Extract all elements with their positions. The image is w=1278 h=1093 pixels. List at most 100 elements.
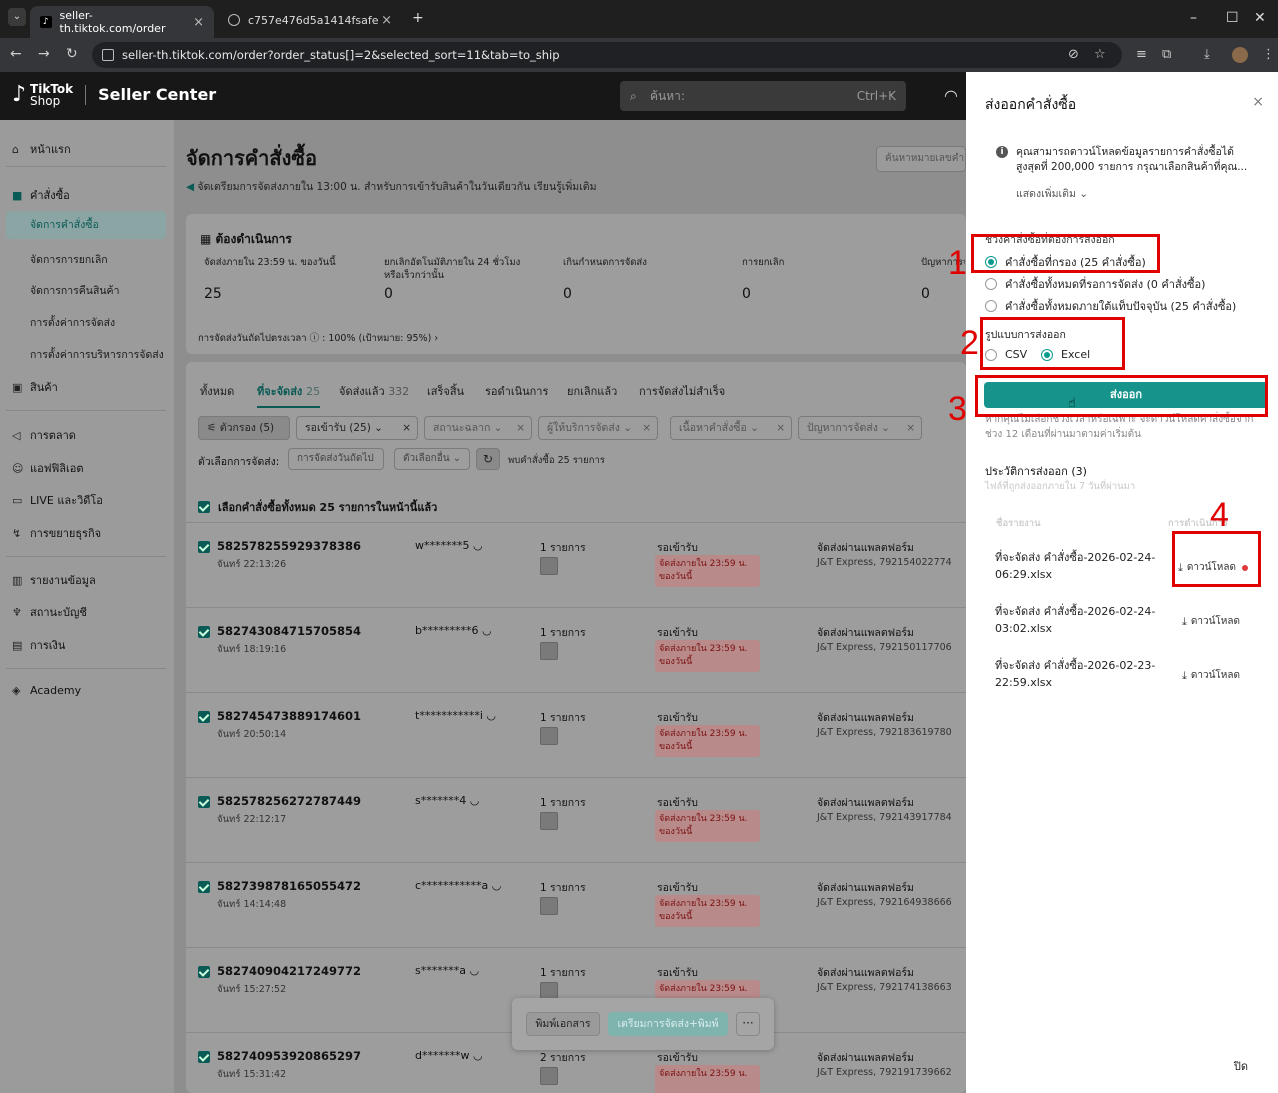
avatar[interactable] <box>1232 47 1248 63</box>
sidebar-item-returns[interactable]: จัดการการคืนสินค้า <box>30 282 119 299</box>
tracking-number[interactable]: J&T Express, 792150117706 <box>817 642 952 653</box>
next-day-select[interactable]: การจัดส่งวันถัดไป <box>288 448 384 470</box>
global-search-input[interactable]: ⌕ ค้นหา: Ctrl+K <box>620 81 906 111</box>
radio-icon[interactable] <box>985 278 997 290</box>
product-thumbnail[interactable] <box>540 897 558 915</box>
refresh-icon[interactable]: ↻ <box>476 448 500 470</box>
tab-failed-delivery[interactable]: การจัดส่งไม่สำเร็จ <box>639 382 725 400</box>
sidebar-item-products[interactable]: ▣ สินค้า <box>12 378 58 396</box>
buyer-name[interactable]: t***********i ◡ <box>415 709 496 722</box>
other-options-select[interactable]: ตัวเลือกอื่น ⌄ <box>394 448 470 470</box>
order-id[interactable]: 582739878165055472 <box>217 879 361 893</box>
order-id[interactable]: 582578255929378386 <box>217 539 361 553</box>
row-checkbox[interactable] <box>198 711 210 723</box>
filter-button[interactable]: ⚟ ตัวกรอง (5) <box>198 416 290 440</box>
order-id[interactable]: 582743084715705854 <box>217 624 361 638</box>
sidebar-item-home[interactable]: ⌂ หน้าแรก <box>12 140 71 158</box>
tab-shipped[interactable]: จัดส่งแล้ว 332 <box>339 382 409 400</box>
label-status-select[interactable]: สถานะฉลาก ⌄ × <box>424 416 532 440</box>
table-row[interactable]: 582743084715705854 จันทร์ 18:19:16 b****… <box>186 607 966 692</box>
sidebar-item-shipping-settings[interactable]: การตั้งค่าการจัดส่ง <box>30 314 115 331</box>
tab-list-icon[interactable]: ⌄ <box>8 8 26 26</box>
range-option-current-tab[interactable]: คำสั่งซื้อทั้งหมดภายใต้แท็บปัจจุบัน (25 … <box>985 297 1236 315</box>
minimize-icon[interactable]: – <box>1190 10 1197 26</box>
buyer-name[interactable]: s*******4 ◡ <box>415 794 479 807</box>
download-button[interactable]: ⤓ ดาวน์โหลด <box>1182 668 1240 683</box>
order-id[interactable]: 582578256272787449 <box>217 794 361 808</box>
sidebar-item-data[interactable]: ▥ รายงานข้อมูล <box>12 571 96 589</box>
sidebar-item-account[interactable]: ♆ สถานะบัญชี <box>12 603 87 621</box>
site-info-icon[interactable] <box>102 49 114 61</box>
stat-value[interactable]: 0 <box>742 286 751 302</box>
buyer-name[interactable]: d*******w ◡ <box>415 1049 483 1062</box>
menu-kebab-icon[interactable]: ⋮ <box>1262 47 1275 62</box>
product-thumbnail[interactable] <box>540 642 558 660</box>
browser-tab-orders[interactable]: ♪ seller-th.tiktok.com/order × <box>30 6 214 38</box>
sidebar-item-shipping-management[interactable]: การตั้งค่าการบริหารการจัดส่ง <box>30 346 164 363</box>
browser-tab-second[interactable]: c757e476d5a1414fsafe × <box>218 6 402 34</box>
sidebar-item-affiliate[interactable]: ☺ แอฟฟิลิเอต <box>12 459 84 477</box>
row-checkbox[interactable] <box>198 881 210 893</box>
sidebar-item-finance[interactable]: ▤ การเงิน <box>12 636 65 654</box>
close-tab-icon[interactable]: × <box>381 13 392 28</box>
order-id[interactable]: 582740953920865297 <box>217 1049 361 1063</box>
chat-icon[interactable]: ◡ <box>473 1049 483 1062</box>
carrier-select[interactable]: ผู้ให้บริการจัดส่ง ⌄ × <box>538 416 658 440</box>
tiktok-shop-logo[interactable]: ♪ TikTok Shop Seller Center <box>12 82 216 107</box>
order-id[interactable]: 582740904217249772 <box>217 964 361 978</box>
row-checkbox[interactable] <box>198 796 210 808</box>
table-row[interactable]: 582739878165055472 จันทร์ 14:14:48 c****… <box>186 862 966 947</box>
url-field[interactable]: seller-th.tiktok.com/order?order_status[… <box>92 42 1122 68</box>
buyer-name[interactable]: s*******a ◡ <box>415 964 479 977</box>
order-search-input[interactable]: ค้นหาหมายเลขคำสั่งซื้อ <box>876 146 966 172</box>
tracking-number[interactable]: J&T Express, 792191739662 <box>817 1067 952 1078</box>
tab-cancelled[interactable]: ยกเลิกแล้ว <box>567 382 617 400</box>
sidebar-item-growth[interactable]: ↯ การขยายธุรกิจ <box>12 524 101 542</box>
close-tab-icon[interactable]: × <box>193 15 204 30</box>
extension-icon[interactable]: ≡ <box>1136 47 1147 62</box>
ontime-shipping-rate[interactable]: การจัดส่งวันถัดไปตรงเวลา ⓘ : 100% (เป้าห… <box>198 330 438 346</box>
table-row[interactable]: 582745473889174601 จันทร์ 20:50:14 t****… <box>186 692 966 777</box>
row-checkbox[interactable] <box>198 1051 210 1063</box>
tracking-number[interactable]: J&T Express, 792154022774 <box>817 557 952 568</box>
chat-icon[interactable]: ◡ <box>469 964 479 977</box>
stat-value[interactable]: 0 <box>384 286 393 302</box>
clear-icon[interactable]: × <box>776 417 785 439</box>
tab-pending[interactable]: รอดำเนินการ <box>485 382 548 400</box>
row-checkbox[interactable] <box>198 966 210 978</box>
clear-icon[interactable]: × <box>906 417 915 439</box>
show-more-link[interactable]: แสดงเพิ่มเติม ⌄ <box>1016 185 1088 202</box>
buyer-name[interactable]: w*******5 ◡ <box>415 539 483 552</box>
new-tab-button[interactable]: + <box>412 10 424 26</box>
row-checkbox[interactable] <box>198 626 210 638</box>
row-checkbox[interactable] <box>198 541 210 553</box>
range-option-all-pending[interactable]: คำสั่งซื้อทั้งหมดที่รอการจัดส่ง (0 คำสั่… <box>985 275 1205 293</box>
tab-all[interactable]: ทั้งหมด <box>200 382 234 400</box>
tracking-number[interactable]: J&T Express, 792143917784 <box>817 812 952 823</box>
download-icon[interactable]: ⤓ <box>1204 47 1210 62</box>
tab-to-ship[interactable]: ที่จะจัดส่ง 25 <box>257 382 321 408</box>
buyer-name[interactable]: b*********6 ◡ <box>415 624 492 637</box>
tracking-number[interactable]: J&T Express, 792174138663 <box>817 982 952 993</box>
product-thumbnail[interactable] <box>540 812 558 830</box>
close-icon[interactable]: × <box>1252 94 1264 110</box>
buyer-name[interactable]: c***********a ◡ <box>415 879 501 892</box>
sidebar-item-manage-orders[interactable]: จัดการคำสั่งซื้อ <box>6 211 166 239</box>
close-window-icon[interactable]: ✕ <box>1254 10 1266 26</box>
sidebar-item-cancellations[interactable]: จัดการการยกเลิก <box>30 251 108 268</box>
awaiting-pickup-select[interactable]: รอเข้ารับ (25) ⌄ × <box>296 416 418 440</box>
tracking-number[interactable]: J&T Express, 792164938666 <box>817 897 952 908</box>
reload-icon[interactable]: ↻ <box>66 46 78 62</box>
select-all-checkbox[interactable]: เลือกคำสั่งซื้อทั้งหมด 25 รายการในหน้านี… <box>198 498 437 516</box>
stat-value[interactable]: 0 <box>921 286 930 302</box>
more-actions-button[interactable]: ··· <box>736 1012 760 1036</box>
eye-off-icon[interactable]: ⊘ <box>1068 47 1079 62</box>
sidebar-item-live[interactable]: ▭ LIVE และวิดีโอ <box>12 491 103 509</box>
sidebar-item-orders[interactable]: ■ คำสั่งซื้อ <box>12 186 70 204</box>
maximize-icon[interactable]: ☐ <box>1226 10 1239 26</box>
print-documents-button[interactable]: พิมพ์เอกสาร <box>526 1012 600 1036</box>
chat-icon[interactable]: ◡ <box>473 539 483 552</box>
tab-completed[interactable]: เสร็จสิ้น <box>427 382 464 400</box>
back-icon[interactable]: ← <box>10 46 22 62</box>
order-id[interactable]: 582745473889174601 <box>217 709 361 723</box>
